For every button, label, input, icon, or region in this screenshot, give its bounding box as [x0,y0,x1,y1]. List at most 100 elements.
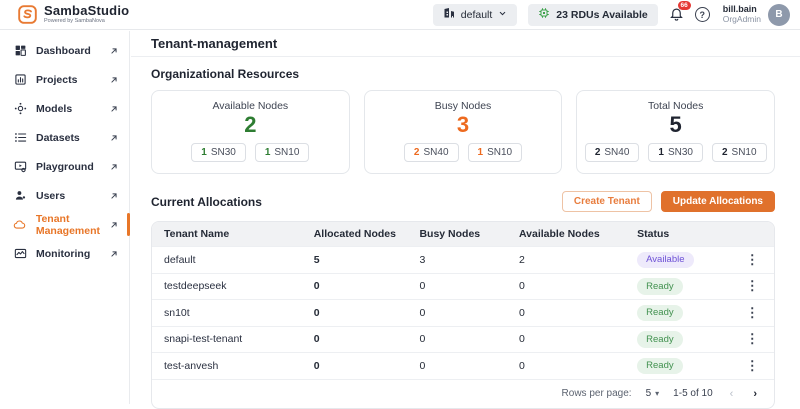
table-body: default 5 3 2 Available ⋮ testdeepseek 0… [152,246,774,379]
chip-label: SN10 [274,147,299,158]
user-menu[interactable]: bill.bain OrgAdmin B [723,4,790,26]
chip-count: 1 [201,147,207,158]
pagination-range: 1-5 of 10 [673,388,712,399]
column-header: Available Nodes [519,228,637,240]
allocations-table: Tenant NameAllocated NodesBusy NodesAvai… [151,221,775,409]
sidebar-nav: Dashboard Projects Models Datasets [0,36,129,268]
cell-busy-nodes: 0 [419,307,519,319]
cell-available-nodes: 0 [519,280,637,292]
previous-page-button[interactable]: ‹ [727,388,737,400]
chip-count: 1 [658,147,664,158]
cell-tenant-name: test-anvesh [152,360,314,372]
cell-allocated-nodes: 0 [314,307,420,319]
notifications-button[interactable]: 66 [669,6,684,24]
row-actions-menu-icon[interactable]: ⋮ [740,305,765,321]
sidebar-item-datasets[interactable]: Datasets [0,123,129,152]
status-badge: Available [637,252,693,268]
models-icon [13,102,27,115]
table-row: default 5 3 2 Available ⋮ [152,246,774,273]
dashboard-icon [13,44,27,57]
row-actions-menu-icon[interactable]: ⋮ [740,278,765,294]
cell-busy-nodes: 0 [419,333,519,345]
external-link-icon [109,249,119,259]
cell-available-nodes: 0 [519,307,637,319]
update-allocations-button[interactable]: Update Allocations [661,191,775,212]
current-allocations-title: Current Allocations [151,195,262,209]
table-header-row: Tenant NameAllocated NodesBusy NodesAvai… [152,222,774,246]
chevron-down-icon [498,9,507,21]
table-row: sn10t 0 0 0 Ready ⋮ [152,299,774,326]
sidebar-item-dashboard[interactable]: Dashboard [0,36,129,65]
row-actions-menu-icon[interactable]: ⋮ [740,331,765,347]
node-type-chip: 2 SN10 [712,143,767,162]
node-type-chip: 2 SN40 [585,143,640,162]
sidebar-item-playground[interactable]: Playground [0,152,129,181]
cell-tenant-name: sn10t [152,307,314,319]
node-type-chip: 1 SN30 [648,143,703,162]
chip-label: SN10 [487,147,512,158]
users-icon [13,189,27,202]
rdu-badge-label: 23 RDUs Available [556,9,647,21]
cell-allocated-nodes: 5 [314,254,420,266]
chip-label: SN40 [604,147,629,158]
chip-count: 1 [265,147,271,158]
card-value: 2 [158,113,343,137]
sidebar-item-projects[interactable]: Projects [0,65,129,94]
card-chips: 1 SN30 1 SN10 [158,143,343,162]
card-chips: 2 SN40 1 SN10 [371,143,556,162]
resource-card: Total Nodes 5 2 SN40 1 SN30 2 SN10 [576,90,775,174]
avatar[interactable]: B [768,4,790,26]
create-tenant-button[interactable]: Create Tenant [562,191,652,212]
rdu-chip-icon [538,7,550,22]
chip-count: 2 [414,147,420,158]
cell-busy-nodes: 3 [419,254,519,266]
page-title-bar: Tenant-management [131,31,800,57]
rdu-availability-badge[interactable]: 23 RDUs Available [528,4,657,26]
card-value: 3 [371,113,556,137]
sidebar-item-models[interactable]: Models [0,94,129,123]
sambanova-logo-icon [18,5,37,24]
chip-label: SN30 [211,147,236,158]
status-badge: Ready [637,305,682,321]
rows-per-page-label: Rows per page: [562,388,632,399]
node-type-chip: 1 SN10 [255,143,310,162]
cell-available-nodes: 0 [519,360,637,372]
notification-count-badge: 66 [678,1,691,11]
next-page-button[interactable]: › [750,388,760,400]
organizational-resources-title: Organizational Resources [151,67,775,81]
cell-allocated-nodes: 0 [314,333,420,345]
card-title: Total Nodes [583,100,768,112]
table-row: testdeepseek 0 0 0 Ready ⋮ [152,273,774,300]
column-header: Allocated Nodes [314,228,420,240]
table-row: snapi-test-tenant 0 0 0 Ready ⋮ [152,326,774,353]
rows-per-page-select[interactable]: 5 ▾ [646,388,660,399]
status-badge: Ready [637,358,682,374]
row-actions-menu-icon[interactable]: ⋮ [740,252,765,268]
top-bar: SambaStudio Powered by SambaNova default [0,0,800,30]
node-type-chip: 1 SN10 [468,143,523,162]
resource-card: Busy Nodes 3 2 SN40 1 SN10 [364,90,563,174]
main-content: Tenant-management Organizational Resourc… [131,31,800,404]
resource-cards: Available Nodes 2 1 SN30 1 SN10 Busy Nod… [151,90,775,174]
column-header: Busy Nodes [419,228,519,240]
card-chips: 2 SN40 1 SN30 2 SN10 [583,143,768,162]
projects-icon [13,73,27,86]
datasets-icon [13,131,27,144]
node-type-chip: 2 SN40 [404,143,459,162]
tenant-selector-dropdown[interactable]: default [433,4,518,26]
external-link-icon [109,75,119,85]
sidebar-item-tenant-management[interactable]: Tenant Management [0,210,129,239]
table-row: test-anvesh 0 0 0 Ready ⋮ [152,352,774,379]
status-badge: Ready [637,278,682,294]
external-link-icon [109,104,119,114]
sidebar-item-monitoring[interactable]: Monitoring [0,239,129,268]
cell-available-nodes: 2 [519,254,637,266]
cell-busy-nodes: 0 [419,360,519,372]
column-header: Status [637,228,730,240]
playground-icon [13,160,27,173]
sidebar-item-users[interactable]: Users [0,181,129,210]
help-button[interactable]: ? [695,7,710,22]
row-actions-menu-icon[interactable]: ⋮ [740,358,765,374]
cell-tenant-name: testdeepseek [152,280,314,292]
card-title: Available Nodes [158,100,343,112]
